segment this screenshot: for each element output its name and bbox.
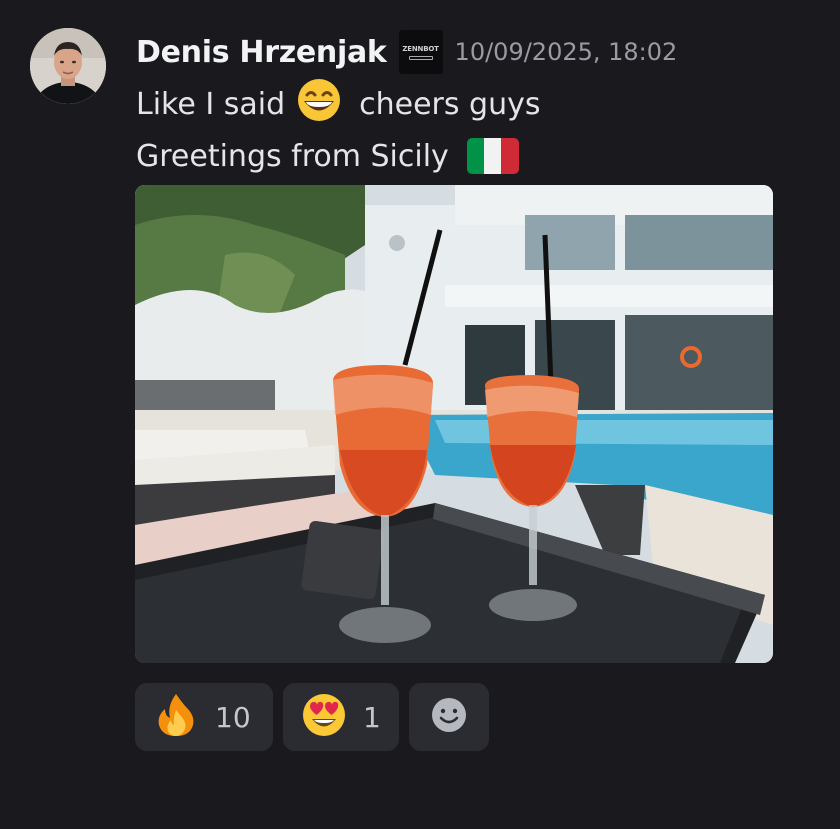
timestamp[interactable]: 10/09/2025, 18:02 xyxy=(455,38,678,66)
add-reaction-button[interactable] xyxy=(409,683,489,751)
chat-message: Denis Hrzenjak ZENNBOT 10/09/2025, 18:02… xyxy=(0,0,840,829)
grinning-face-emoji-icon xyxy=(293,78,345,130)
fire-icon xyxy=(153,692,199,743)
reaction-heart-eyes[interactable]: 1 xyxy=(283,683,399,751)
image-attachment[interactable] xyxy=(135,185,773,663)
reaction-count: 1 xyxy=(363,700,381,734)
message-text-line2: Greetings from Sicily xyxy=(136,138,449,174)
message-text-part1: Like I said xyxy=(136,86,286,122)
reactions-bar: 10 1 xyxy=(135,683,499,751)
italy-flag-icon xyxy=(466,138,519,174)
message-text-part2: cheers guys xyxy=(359,86,541,122)
message-line-2: Greetings from Sicily xyxy=(136,132,519,180)
username[interactable]: Denis Hrzenjak xyxy=(136,35,387,70)
avatar[interactable] xyxy=(30,28,106,104)
badge-label: ZENNBOT xyxy=(402,44,439,53)
badge-bar-icon xyxy=(408,55,433,60)
message-line-1: Like I said cheers guys xyxy=(136,78,541,130)
add-reaction-icon xyxy=(429,695,469,740)
reaction-fire[interactable]: 10 xyxy=(135,683,273,751)
reaction-count: 10 xyxy=(215,700,251,734)
zennbot-badge[interactable]: ZENNBOT xyxy=(398,30,443,74)
message-header: Denis Hrzenjak ZENNBOT 10/09/2025, 18:02 xyxy=(136,30,677,74)
heart-eyes-icon xyxy=(301,692,347,743)
